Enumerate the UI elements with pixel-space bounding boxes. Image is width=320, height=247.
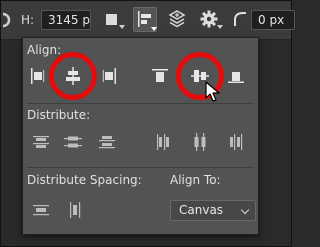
distribute-left-edges-button[interactable] — [153, 132, 173, 152]
align-top-edges-button[interactable] — [150, 66, 170, 86]
corner-radius-field[interactable]: 0 px — [251, 10, 295, 30]
settings-gear-partial-icon[interactable] — [0, 11, 13, 33]
align-bottom-edges-button[interactable] — [226, 66, 246, 86]
chevron-down-icon — [240, 205, 250, 215]
align-to-title: Align To: — [170, 173, 221, 187]
divider-align — [27, 103, 254, 104]
distribute-bottom-edges-icon — [99, 136, 115, 149]
align-right-edges-icon — [102, 68, 116, 84]
settings-caret-icon — [217, 25, 223, 29]
distribute-horizontal-centers-icon — [194, 133, 206, 151]
height-field[interactable]: 3145 p — [41, 10, 91, 30]
path-operations-icon[interactable] — [105, 12, 119, 31]
distribute-horizontal-spacing-icon — [70, 202, 81, 218]
distribute-horizontal-spacing-button[interactable] — [65, 200, 85, 220]
path-operations-caret-icon — [119, 25, 125, 29]
distribute-vertical-centers-button[interactable] — [63, 132, 83, 152]
corner-radius-icon — [233, 11, 247, 31]
distribute-vertical-spacing-icon — [33, 205, 49, 216]
options-bar: H: 3145 p 0 px — [0, 1, 295, 40]
height-label: H: — [21, 13, 35, 27]
divider-distribute — [27, 167, 254, 168]
path-arrangement-icon[interactable] — [168, 10, 186, 32]
align-left-edges-icon — [31, 68, 45, 84]
distribute-title: Distribute: — [27, 108, 91, 122]
distribute-right-edges-icon — [230, 134, 243, 150]
path-alignment-caret-icon — [151, 27, 157, 31]
highlight-circle-horizontal-centers — [49, 52, 97, 100]
distribute-vertical-spacing-button[interactable] — [31, 200, 51, 220]
distribute-spacing-title: Distribute Spacing: — [27, 173, 142, 187]
distribute-bottom-edges-button[interactable] — [97, 132, 117, 152]
align-right-edges-button[interactable] — [99, 66, 119, 86]
distribute-vertical-centers-icon — [64, 136, 82, 148]
align-top-edges-icon — [152, 69, 168, 82]
distribute-left-edges-icon — [157, 134, 169, 150]
distribute-right-edges-button[interactable] — [226, 132, 246, 152]
distribute-horizontal-centers-button[interactable] — [190, 132, 210, 152]
align-bottom-edges-icon — [228, 72, 244, 83]
settings-gear-icon[interactable] — [200, 10, 218, 32]
align-left-edges-button[interactable] — [28, 66, 48, 86]
distribute-top-edges-button[interactable] — [31, 132, 51, 152]
distribute-top-edges-icon — [33, 136, 49, 148]
align-to-value: Canvas — [179, 203, 224, 217]
align-title: Align: — [27, 43, 62, 57]
align-to-select[interactable]: Canvas — [170, 200, 256, 221]
path-alignment-panel: Align: Distribute: Distribute Spacing: A… — [22, 37, 259, 235]
